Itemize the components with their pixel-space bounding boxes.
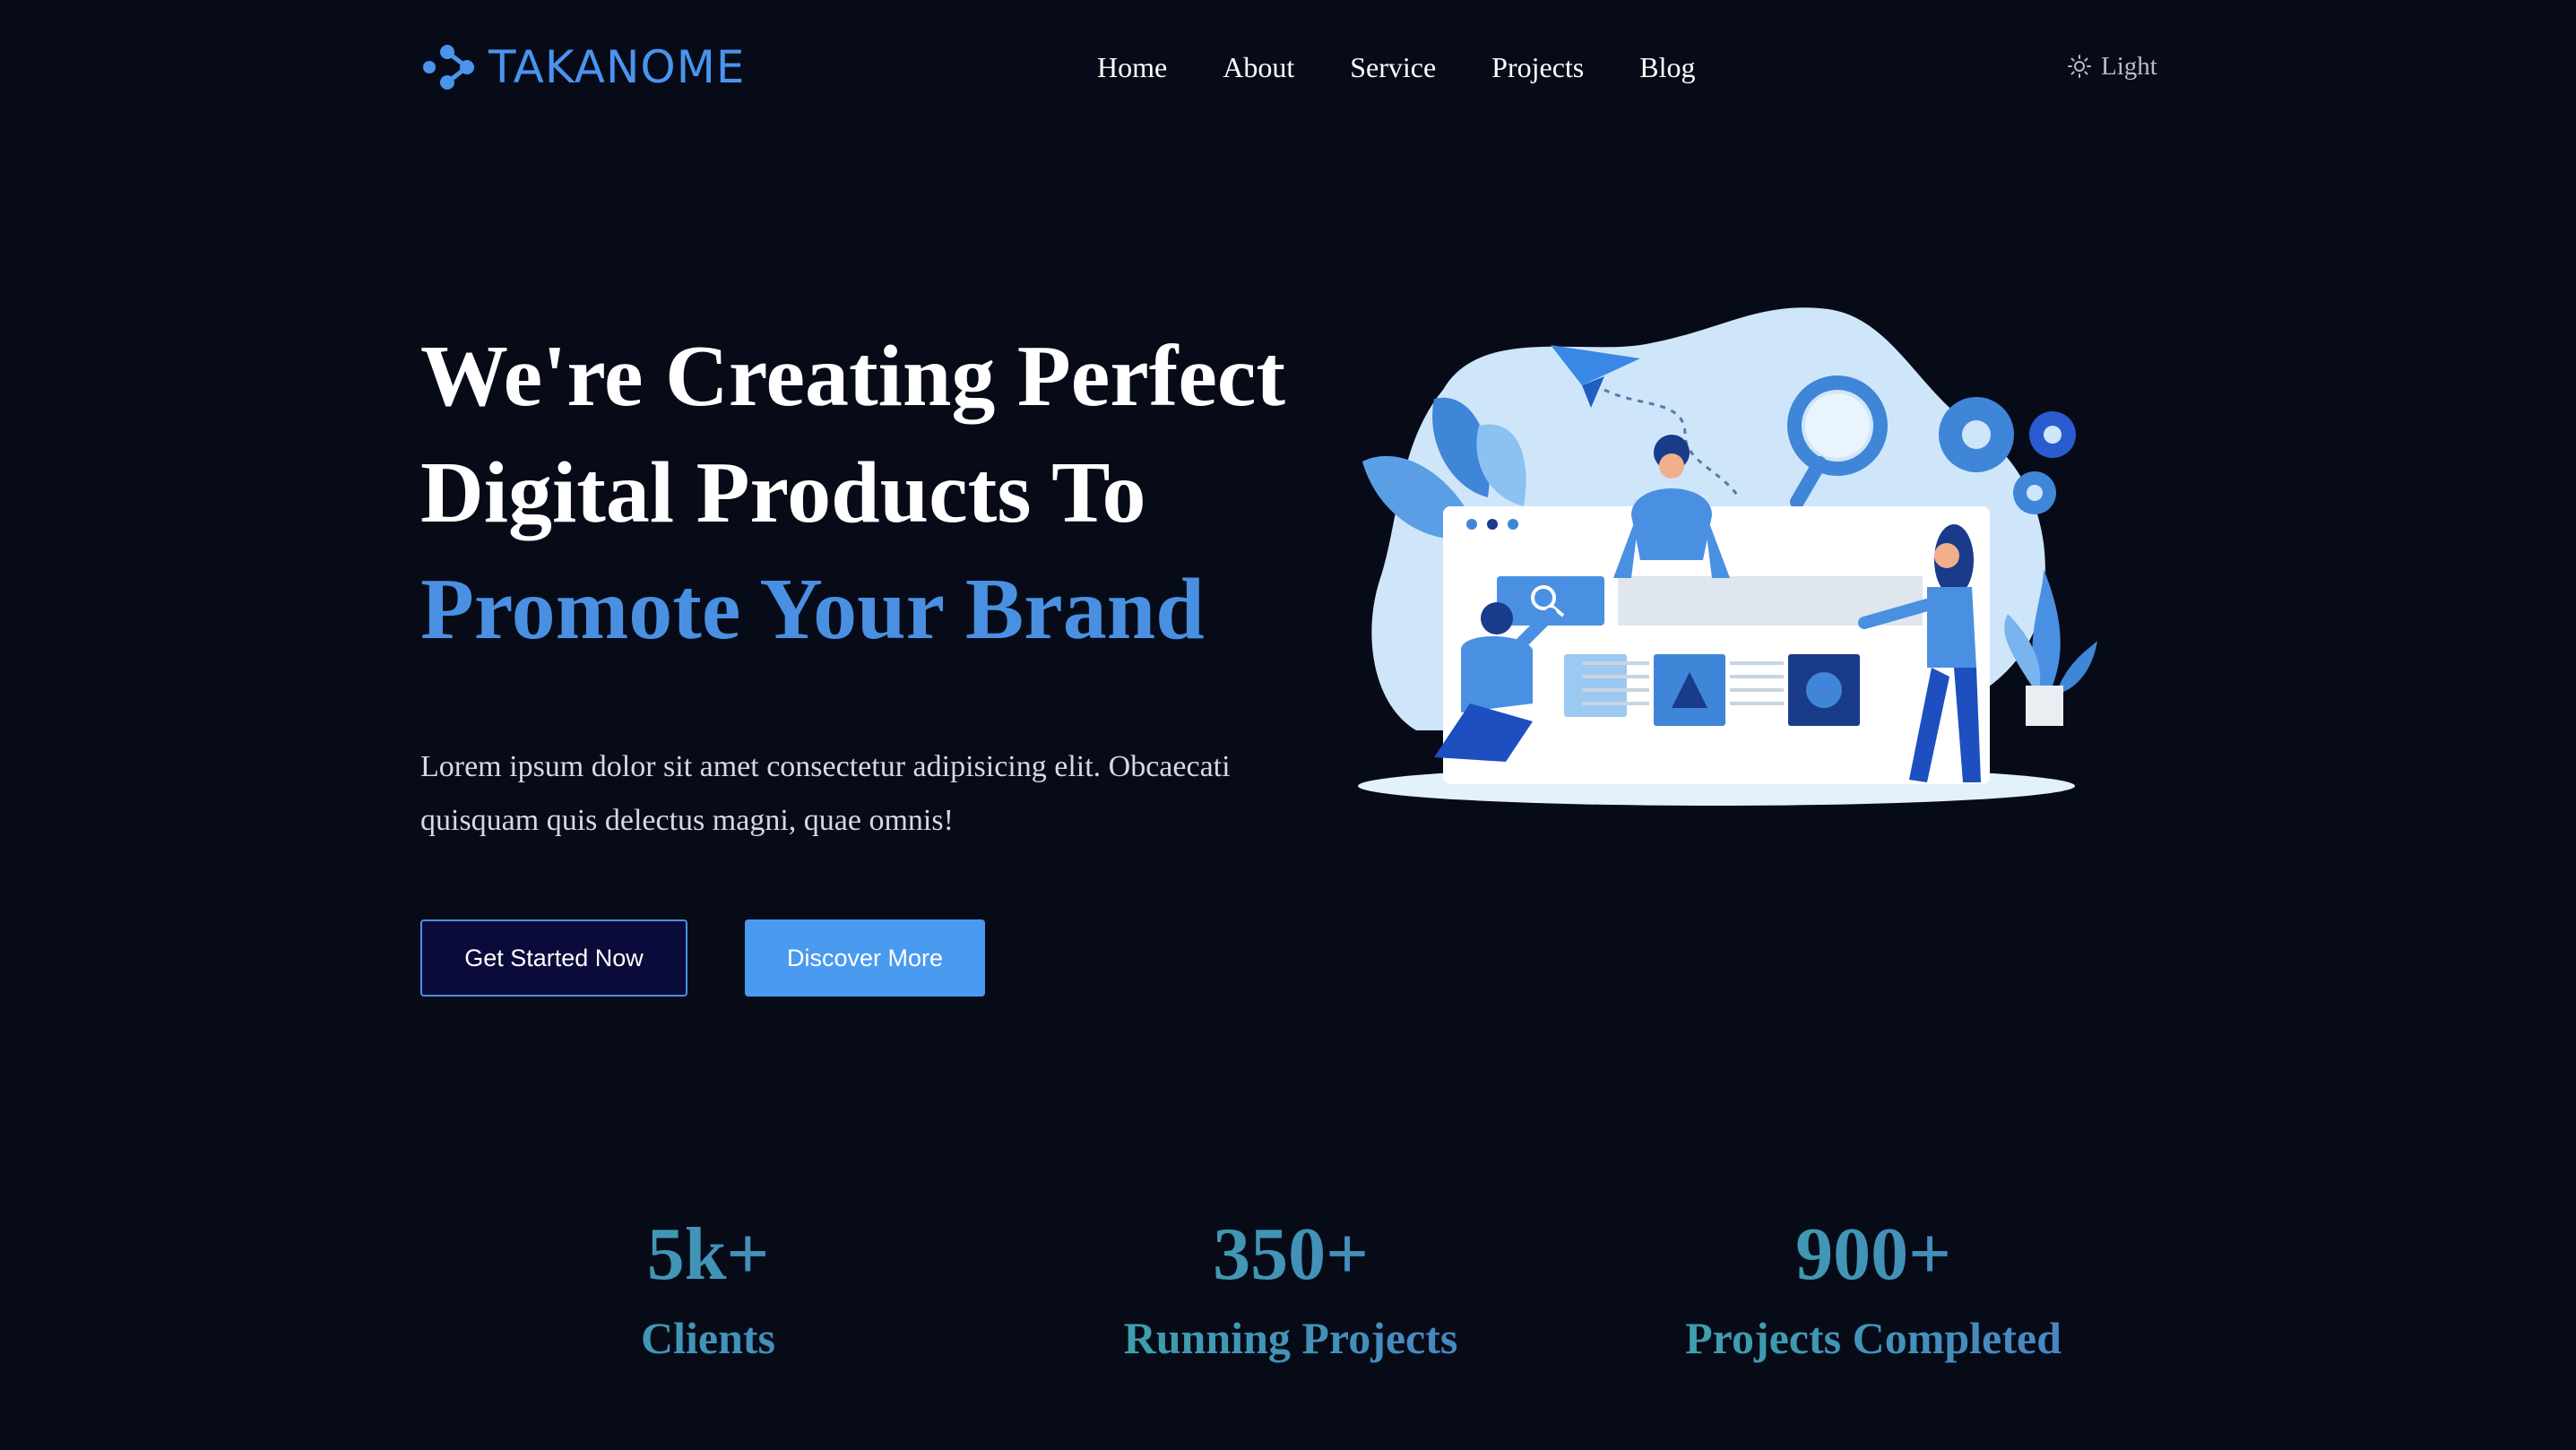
stat-running-projects: 350+ Running Projects [1022, 1210, 1560, 1369]
nav-blog[interactable]: Blog [1639, 47, 1695, 88]
main-nav: Home About Service Projects Blog [1097, 47, 1695, 88]
brand-logo[interactable]: TAKANOME [420, 39, 745, 95]
stat-value: 5k+ [439, 1210, 977, 1299]
landing-page: TAKANOME Home About Service Projects Blo… [0, 0, 2576, 1450]
stat-value: 350+ [1022, 1210, 1560, 1299]
sun-icon [2068, 55, 2091, 78]
nav-about[interactable]: About [1223, 47, 1294, 88]
team-building-website-illustration [1358, 307, 2097, 806]
stat-clients: 5k+ Clients [439, 1210, 977, 1369]
hero-title-line-1: We're Creating Perfect [420, 328, 1286, 425]
theme-toggle-label: Light [2101, 52, 2157, 81]
nav-projects[interactable]: Projects [1491, 47, 1584, 88]
get-started-button[interactable]: Get Started Now [420, 919, 687, 997]
hero-title: We're Creating Perfect Digital Products … [420, 318, 1406, 668]
molecule-dots-icon [423, 45, 474, 90]
hero-title-accent: Promote Your Brand [420, 561, 1205, 658]
stat-label: Clients [439, 1307, 977, 1369]
nav-service[interactable]: Service [1350, 47, 1436, 88]
discover-more-button[interactable]: Discover More [745, 919, 985, 997]
stat-label: Projects Completed [1604, 1307, 2142, 1369]
brand-name: TAKANOME [488, 41, 746, 93]
stat-value: 900+ [1604, 1210, 2142, 1299]
hero-title-line-2: Digital Products To [420, 444, 1146, 541]
theme-toggle-button[interactable]: Light [2067, 48, 2157, 84]
hero-description: Lorem ipsum dolor sit amet consectetur a… [420, 750, 1231, 837]
nav-home[interactable]: Home [1097, 47, 1167, 88]
stat-projects-completed: 900+ Projects Completed [1604, 1210, 2142, 1369]
stat-label: Running Projects [1022, 1307, 1560, 1369]
